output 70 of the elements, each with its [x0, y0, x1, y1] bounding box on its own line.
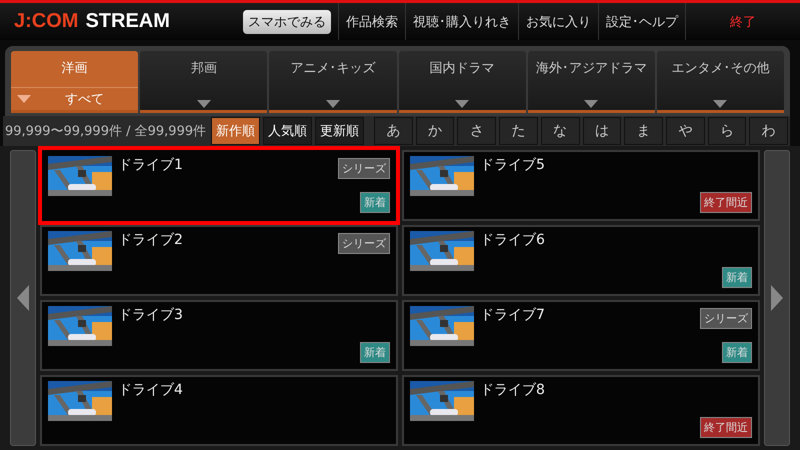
title-card[interactable]: ドライブ2 シリーズ	[40, 225, 398, 296]
kana-button[interactable]: た	[499, 117, 538, 145]
new-tag: 新着	[722, 342, 752, 363]
title-name: ドライブ8	[480, 381, 546, 400]
right-arrow-icon	[771, 285, 783, 311]
category-label: 洋画	[62, 60, 88, 77]
title-name: ドライブ5	[480, 156, 546, 175]
kana-button[interactable]: や	[666, 117, 705, 145]
category-label: 邦画	[190, 60, 217, 77]
title-name: ドライブ6	[480, 231, 546, 250]
category-tab[interactable]: 国内ドラマ	[398, 51, 526, 113]
ending-soon-tag: 終了間近	[700, 417, 752, 438]
dropdown-icon	[326, 100, 340, 108]
dropdown-icon	[584, 100, 598, 108]
logo-product: STREAM	[85, 10, 170, 33]
series-tag: シリーズ	[338, 233, 390, 254]
menu-item[interactable]: 視聴･購入りれき	[405, 3, 518, 40]
smartphone-view-button[interactable]: スマホでみる	[243, 10, 331, 34]
kana-button[interactable]: か	[416, 117, 454, 145]
category-label: エンタメ･その他	[671, 60, 770, 77]
new-tag: 新着	[360, 192, 390, 213]
new-tag: 新着	[360, 342, 390, 363]
title-card[interactable]: ドライブ6 新着	[402, 225, 760, 296]
category-label: 国内ドラマ	[430, 60, 495, 77]
ending-soon-tag: 終了間近	[700, 192, 752, 213]
category-tab[interactable]: 洋画 すべて	[11, 51, 138, 113]
title-card[interactable]: ドライブ5 終了間近	[402, 150, 760, 221]
sort-button[interactable]: 更新順	[315, 117, 364, 145]
category-tab[interactable]: アニメ･キッズ	[269, 51, 397, 113]
menu-item[interactable]: お気に入り	[518, 3, 598, 40]
title-name: ドライブ3	[118, 306, 184, 325]
dropdown-icon	[17, 95, 31, 103]
category-tab[interactable]: エンタメ･その他	[656, 51, 784, 113]
title-name: ドライブ7	[480, 306, 546, 325]
kana-button[interactable]: さ	[457, 117, 496, 145]
new-tag: 新着	[722, 267, 752, 288]
next-page-button[interactable]	[764, 150, 790, 446]
dropdown-icon	[713, 100, 728, 108]
category-label: 海外･アジアドラマ	[536, 60, 647, 77]
title-name: ドライブ4	[118, 381, 184, 400]
logo-brand: J:COM	[14, 10, 78, 33]
series-tag: シリーズ	[338, 158, 390, 179]
kana-button[interactable]: ま	[624, 117, 663, 145]
title-card[interactable]: ドライブ1 シリーズ 新着	[38, 146, 400, 225]
menu-item[interactable]: 設定･ヘルプ	[598, 3, 685, 40]
dropdown-icon	[196, 100, 211, 108]
kana-button[interactable]: ら	[708, 117, 746, 145]
kana-button[interactable]: あ	[374, 117, 413, 145]
sort-button[interactable]: 人気順	[263, 117, 312, 145]
title-card[interactable]: ドライブ8 終了間近	[402, 375, 760, 446]
result-count: 99,999〜99,999件 / 全99,999件	[5, 123, 206, 140]
title-name: ドライブ2	[118, 231, 184, 250]
category-tab[interactable]: 海外･アジアドラマ	[528, 51, 655, 113]
exit-menu-item[interactable]: 終了	[685, 3, 800, 40]
previous-page-button[interactable]	[10, 150, 36, 446]
kana-button[interactable]: わ	[749, 117, 788, 145]
left-arrow-icon	[17, 285, 29, 311]
title-name: ドライブ1	[118, 156, 184, 175]
sort-button[interactable]: 新作順	[211, 117, 260, 145]
category-tab[interactable]: 邦画	[140, 51, 268, 113]
kana-button[interactable]: は	[582, 117, 622, 145]
title-card[interactable]: ドライブ4	[40, 375, 398, 446]
kana-button[interactable]: な	[540, 117, 580, 145]
title-card[interactable]: ドライブ7 シリーズ 新着	[402, 300, 760, 371]
category-label: アニメ･キッズ	[290, 60, 376, 77]
title-card[interactable]: ドライブ3 新着	[40, 300, 398, 371]
series-tag: シリーズ	[700, 308, 752, 329]
category-sub-label: すべて	[64, 91, 106, 108]
dropdown-icon	[455, 100, 470, 108]
menu-item[interactable]: 作品検索	[338, 3, 405, 40]
